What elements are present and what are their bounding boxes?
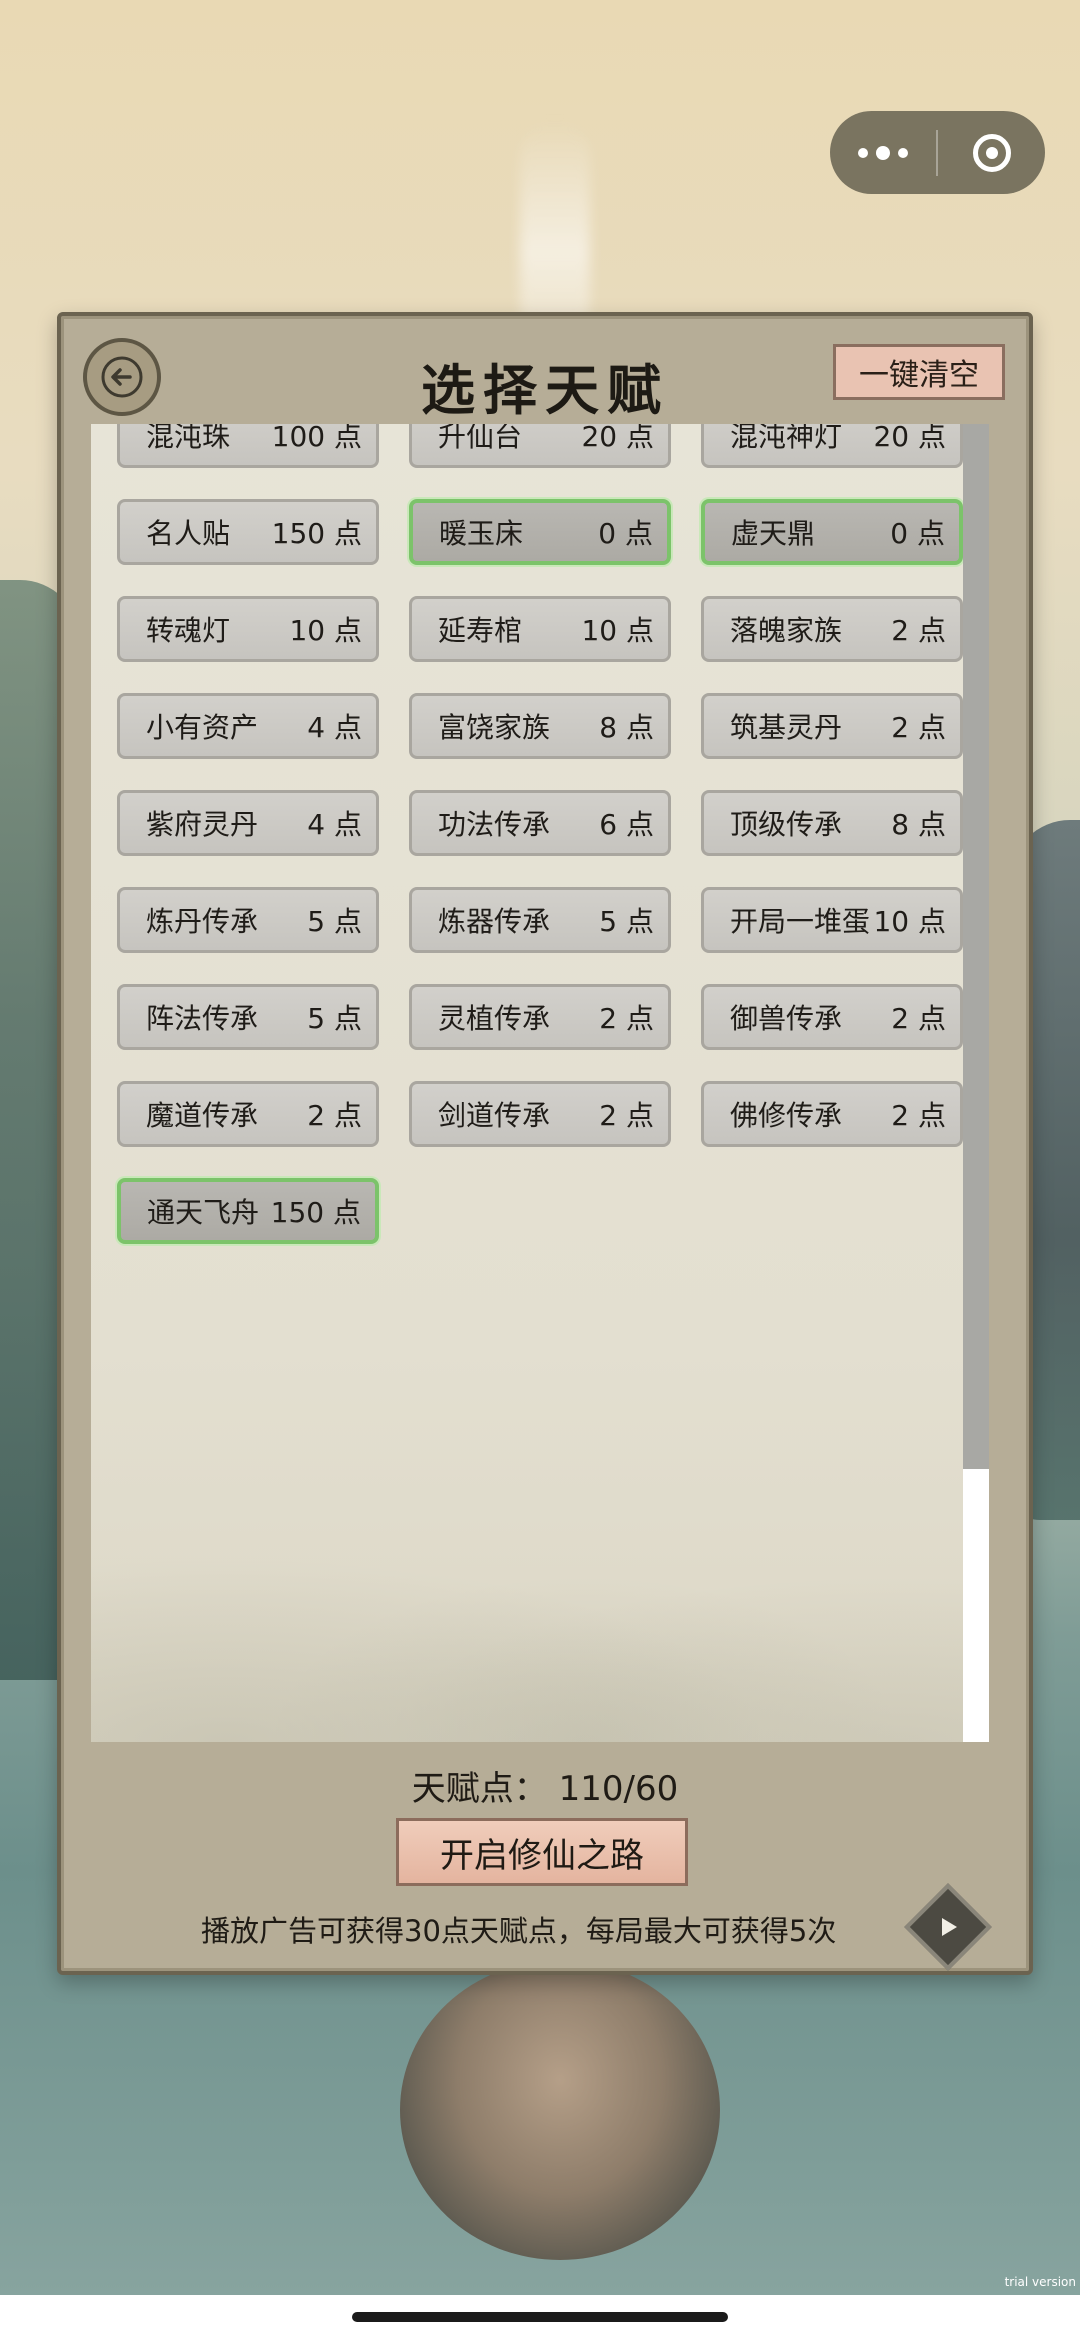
talent-cost: 2 点 <box>891 1002 946 1035</box>
talent-item[interactable]: 延寿棺 10 点 <box>409 596 671 662</box>
talent-cost: 2 点 <box>891 711 946 744</box>
talent-name: 富饶家族 <box>438 711 551 744</box>
talent-item[interactable]: 落魄家族 2 点 <box>701 596 963 662</box>
talent-name: 转魂灯 <box>146 614 231 647</box>
talent-item[interactable]: 开局一堆蛋 10 点 <box>701 887 963 953</box>
talent-name: 通天飞舟 <box>147 1196 260 1229</box>
list-background-hills <box>91 1482 989 1742</box>
talent-item[interactable]: 暖玉床 0 点 <box>409 499 671 565</box>
ad-reward-note: 播放广告可获得30点天赋点，每局最大可获得5次 <box>201 1914 837 1948</box>
talent-item[interactable]: 小有资产 4 点 <box>117 693 379 759</box>
clear-all-button[interactable]: 一键清空 <box>833 344 1005 400</box>
talent-cost: 5 点 <box>599 905 654 938</box>
talent-grid: 混沌珠 100 点升仙台 20 点混沌神灯 20 点名人贴 150 点暖玉床 0 点虚天鼎… <box>117 424 977 1244</box>
talent-cost: 10 点 <box>873 905 946 938</box>
talent-name: 剑道传承 <box>438 1099 551 1132</box>
talent-cost: 0 点 <box>598 517 653 550</box>
talent-cost: 100 点 <box>271 424 362 453</box>
talent-name: 功法传承 <box>438 808 551 841</box>
talent-cost: 20 点 <box>873 424 946 453</box>
talent-cost: 8 点 <box>891 808 946 841</box>
talent-item[interactable]: 筑基灵丹 2 点 <box>701 693 963 759</box>
talent-item[interactable]: 御兽传承 2 点 <box>701 984 963 1050</box>
talent-name: 紫府灵丹 <box>146 808 259 841</box>
talent-name: 小有资产 <box>146 711 259 744</box>
talent-cost: 4 点 <box>307 711 362 744</box>
talent-cost: 2 点 <box>599 1002 654 1035</box>
talent-name: 暖玉床 <box>439 517 524 550</box>
talent-name: 炼丹传承 <box>146 905 259 938</box>
talent-cost: 0 点 <box>890 517 945 550</box>
talent-item[interactable]: 顶级传承 8 点 <box>701 790 963 856</box>
talent-name: 混沌神灯 <box>730 424 843 453</box>
talent-list[interactable]: 混沌珠 100 点升仙台 20 点混沌神灯 20 点名人贴 150 点暖玉床 0 点虚天鼎… <box>91 424 989 1742</box>
talent-cost: 6 点 <box>599 808 654 841</box>
talent-cost: 150 点 <box>271 517 362 550</box>
talent-item[interactable]: 魔道传承 2 点 <box>117 1081 379 1147</box>
talent-item[interactable]: 混沌神灯 20 点 <box>701 424 963 468</box>
talent-name: 炼器传承 <box>438 905 551 938</box>
talent-cost: 4 点 <box>307 808 362 841</box>
talent-item[interactable]: 阵法传承 5 点 <box>117 984 379 1050</box>
talent-name: 延寿棺 <box>438 614 523 647</box>
talent-item[interactable]: 名人贴 150 点 <box>117 499 379 565</box>
talent-cost: 5 点 <box>307 905 362 938</box>
more-dots-icon[interactable] <box>830 111 936 194</box>
talent-cost: 20 点 <box>581 424 654 453</box>
trial-watermark: trial version <box>1004 2275 1076 2289</box>
talent-name: 虚天鼎 <box>731 517 816 550</box>
talent-cost: 2 点 <box>599 1099 654 1132</box>
talent-item[interactable]: 混沌珠 100 点 <box>117 424 379 468</box>
target-close-icon[interactable] <box>938 111 1045 194</box>
talent-item[interactable]: 炼器传承 5 点 <box>409 887 671 953</box>
talent-item[interactable]: 炼丹传承 5 点 <box>117 887 379 953</box>
talent-name: 名人贴 <box>146 517 231 550</box>
talent-name: 阵法传承 <box>146 1002 259 1035</box>
talent-item[interactable]: 转魂灯 10 点 <box>117 596 379 662</box>
scrollbar-track[interactable] <box>963 424 989 1742</box>
talent-cost: 5 点 <box>307 1002 362 1035</box>
talent-cost: 2 点 <box>891 614 946 647</box>
talent-item[interactable]: 升仙台 20 点 <box>409 424 671 468</box>
talent-item[interactable]: 虚天鼎 0 点 <box>701 499 963 565</box>
talent-name: 落魄家族 <box>730 614 843 647</box>
talent-points-readout: 天赋点： 110/60 <box>411 1769 679 1809</box>
talent-item[interactable]: 富饶家族 8 点 <box>409 693 671 759</box>
talent-name: 灵植传承 <box>438 1002 551 1035</box>
talent-item[interactable]: 功法传承 6 点 <box>409 790 671 856</box>
background-smoke <box>520 120 590 340</box>
talent-item[interactable]: 紫府灵丹 4 点 <box>117 790 379 856</box>
talent-cost: 10 点 <box>581 614 654 647</box>
talent-cost: 10 点 <box>289 614 362 647</box>
miniprogram-capsule <box>830 111 1045 194</box>
talent-name: 顶级传承 <box>730 808 843 841</box>
talent-item[interactable]: 通天飞舟 150 点 <box>117 1178 379 1244</box>
talent-name: 混沌珠 <box>146 424 231 453</box>
talent-cost: 2 点 <box>891 1099 946 1132</box>
scrollbar-thumb[interactable] <box>963 424 989 1469</box>
talent-name: 升仙台 <box>438 424 523 453</box>
home-indicator[interactable] <box>352 2312 728 2322</box>
play-ad-icon <box>942 1918 957 1936</box>
play-ad-button[interactable] <box>904 1883 992 1971</box>
talent-name: 魔道传承 <box>146 1099 259 1132</box>
background-rock-island <box>400 1960 720 2260</box>
talent-name: 御兽传承 <box>730 1002 843 1035</box>
talent-cost: 8 点 <box>599 711 654 744</box>
talent-name: 佛修传承 <box>730 1099 843 1132</box>
talent-name: 开局一堆蛋 <box>730 905 871 938</box>
talent-item[interactable]: 灵植传承 2 点 <box>409 984 671 1050</box>
talent-panel: 选择天赋 一键清空 混沌珠 100 点升仙台 20 点混沌神灯 20 点名人贴 150 … <box>57 312 1033 1975</box>
talent-item[interactable]: 佛修传承 2 点 <box>701 1081 963 1147</box>
talent-name: 筑基灵丹 <box>730 711 843 744</box>
talent-cost: 150 点 <box>270 1196 361 1229</box>
talent-item[interactable]: 剑道传承 2 点 <box>409 1081 671 1147</box>
start-cultivation-button[interactable]: 开启修仙之路 <box>396 1818 688 1886</box>
talent-cost: 2 点 <box>307 1099 362 1132</box>
